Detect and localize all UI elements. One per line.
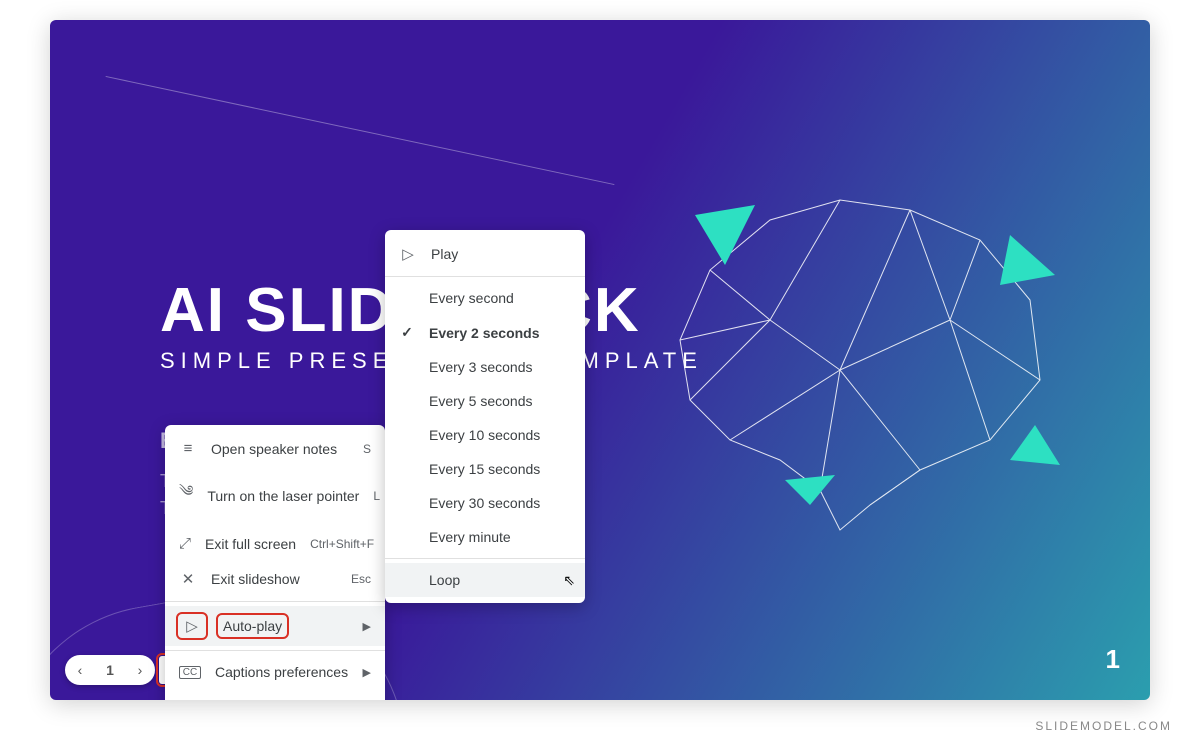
submenu-loop[interactable]: Loop ⇖ — [385, 563, 585, 597]
decoration-line — [106, 76, 615, 185]
submenu-arrow-icon: ▶ — [363, 666, 371, 679]
menu-exit-fullscreen[interactable]: ⤢ Exit full screen Ctrl+Shift+F — [165, 526, 385, 561]
current-slide-number[interactable]: 1 — [95, 662, 125, 678]
menu-label: Open speaker notes — [211, 441, 337, 457]
menu-label: Exit slideshow — [211, 571, 300, 587]
menu-label: Loop — [429, 572, 460, 588]
submenu-interval-option[interactable]: Every second — [385, 281, 585, 315]
cursor-icon: ⇖ — [563, 572, 575, 589]
menu-shortcut: Ctrl+Shift+F — [310, 537, 374, 551]
more-icon: ⋮ — [179, 698, 197, 700]
menu-label: Every second — [429, 290, 514, 306]
menu-label: Every 2 seconds — [429, 325, 540, 341]
menu-captions[interactable]: CC Captions preferences ▶ — [165, 655, 385, 689]
menu-auto-play[interactable]: ▷ Auto-play ▶ — [165, 606, 385, 646]
submenu-interval-option[interactable]: Every 5 seconds — [385, 384, 585, 418]
menu-label: Every 30 seconds — [429, 495, 540, 511]
menu-label: Every 15 seconds — [429, 461, 540, 477]
list-icon: ≡ — [179, 440, 197, 457]
menu-label: More — [211, 699, 243, 700]
cc-icon: CC — [179, 666, 201, 679]
submenu-interval-option[interactable]: Every minute — [385, 520, 585, 554]
menu-shortcut: S — [363, 442, 371, 456]
submenu-interval-option[interactable]: Every 10 seconds — [385, 418, 585, 452]
submenu-interval-option[interactable]: Every 15 seconds — [385, 452, 585, 486]
menu-more[interactable]: ⋮ More ▶ — [165, 689, 385, 700]
submenu-interval-option[interactable]: ✓ Every 2 seconds — [385, 315, 585, 350]
menu-label: Every minute — [429, 529, 511, 545]
prev-slide-button[interactable]: ‹ — [65, 662, 95, 678]
submenu-arrow-icon: ▶ — [363, 620, 371, 633]
close-icon: ✕ — [179, 570, 197, 588]
menu-shortcut: Esc — [351, 572, 371, 586]
menu-label: Every 5 seconds — [429, 393, 533, 409]
collapse-icon: ⤢ — [179, 535, 191, 552]
submenu-interval-option[interactable]: Every 30 seconds — [385, 486, 585, 520]
menu-shortcut: L — [373, 489, 380, 503]
options-menu: ≡ Open speaker notes S ༄ Turn on the las… — [165, 425, 385, 700]
menu-label: Turn on the laser pointer — [207, 488, 359, 504]
next-slide-button[interactable]: › — [125, 662, 155, 678]
slide-canvas: AI SLIDE DECK SIMPLE PRESENTATION TEMPLA… — [50, 20, 1150, 700]
menu-separator — [165, 601, 385, 602]
menu-label: Play — [431, 246, 458, 262]
autoplay-submenu: ▷ Play Every second ✓ Every 2 seconds Every… — [385, 230, 585, 603]
laser-icon: ༄ — [179, 475, 193, 517]
page-watermark: SLIDEMODEL.COM — [1035, 719, 1172, 733]
menu-open-speaker-notes[interactable]: ≡ Open speaker notes S — [165, 431, 385, 466]
menu-separator — [385, 276, 585, 277]
submenu-interval-option[interactable]: Every 3 seconds — [385, 350, 585, 384]
menu-label: Every 3 seconds — [429, 359, 533, 375]
menu-label: Auto-play — [219, 616, 286, 636]
play-icon: ▷ — [179, 615, 205, 637]
menu-label: Exit full screen — [205, 536, 296, 552]
brain-illustration — [640, 160, 1070, 540]
check-icon: ✓ — [399, 324, 415, 341]
menu-label: Captions preferences — [215, 664, 348, 680]
menu-laser-pointer[interactable]: ༄ Turn on the laser pointer L — [165, 466, 385, 526]
slide-nav: ‹ 1 › — [65, 655, 155, 685]
menu-label: Every 10 seconds — [429, 427, 540, 443]
menu-separator — [385, 558, 585, 559]
presentation-window: AI SLIDE DECK SIMPLE PRESENTATION TEMPLA… — [50, 20, 1150, 700]
submenu-play[interactable]: ▷ Play — [385, 236, 585, 272]
menu-separator — [165, 650, 385, 651]
play-icon: ▷ — [399, 245, 417, 263]
slide-number-display: 1 — [1106, 644, 1120, 675]
menu-exit-slideshow[interactable]: ✕ Exit slideshow Esc — [165, 561, 385, 597]
